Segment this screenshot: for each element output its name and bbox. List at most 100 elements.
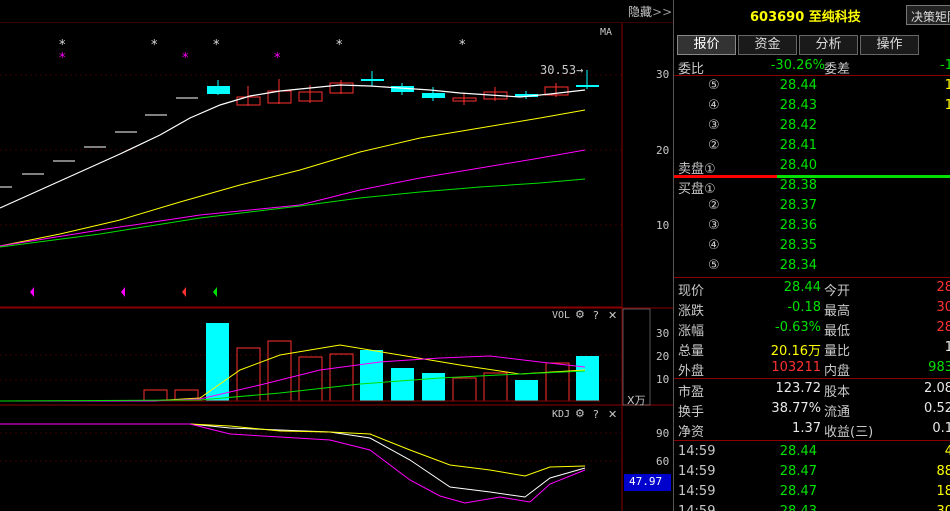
fin-value: 0.52 xyxy=(924,401,950,416)
star-marker: * xyxy=(182,51,189,66)
stat-value: 983 xyxy=(928,360,950,375)
order-volume: 1 xyxy=(944,98,950,113)
vol-axis-tick: 20 xyxy=(656,350,670,363)
order-price: 28.38 xyxy=(779,178,817,193)
stat-label: 现价 xyxy=(678,284,705,299)
kdj-current-value: 47.97 xyxy=(624,474,671,491)
tick-row: 14:59 28.47 88 xyxy=(674,462,950,482)
fin-row: 净资 1.37 收益(三) 0.1 xyxy=(674,419,950,440)
ma10-line xyxy=(0,109,586,247)
vol-axis-tick: 10 xyxy=(656,373,670,386)
tick-price: 28.44 xyxy=(779,444,817,459)
quote-panel: 603690 至纯科技 决策矩阵 报价 资金 分析 操作 委比 -30.26% … xyxy=(673,0,950,511)
stat-row: 现价 28.44 今开 28 xyxy=(674,278,950,299)
tick-volume: 30 xyxy=(936,504,950,511)
stat-label: 总量 xyxy=(678,344,705,359)
tab-funds[interactable]: 资金 xyxy=(738,35,797,55)
kdj-d-line xyxy=(0,423,586,477)
order-volume: 1 xyxy=(944,78,950,93)
order-level: ⑤ xyxy=(708,258,720,273)
help-icon[interactable]: ? xyxy=(593,408,599,421)
kdj-axis-tick: 60 xyxy=(656,455,670,468)
stat-label: 今开 xyxy=(824,284,851,299)
star-marker: * xyxy=(151,38,158,53)
price-axis-tick: 10 xyxy=(656,219,670,232)
stat-label: 内盘 xyxy=(824,364,851,379)
tick-price: 28.47 xyxy=(779,464,817,479)
order-level: ④ xyxy=(708,238,720,253)
stock-code-name: 603690 至纯科技 xyxy=(750,10,861,25)
star-marker: * xyxy=(59,51,66,66)
decision-matrix-button[interactable]: 决策矩阵 xyxy=(906,5,950,25)
close-icon[interactable]: ✕ xyxy=(608,309,617,322)
stat-value: 30 xyxy=(936,300,950,315)
fin-value: 0.1 xyxy=(932,421,950,436)
stat-value: 28.44 xyxy=(783,280,821,295)
order-row: ③ 28.42 xyxy=(674,116,950,136)
order-price: 28.35 xyxy=(779,238,817,253)
order-level: ④ xyxy=(708,98,720,113)
tick-time: 14:59 xyxy=(678,464,716,479)
quote-header: 603690 至纯科技 决策矩阵 xyxy=(674,0,950,28)
order-price: 28.37 xyxy=(779,198,817,213)
stat-value: 28 xyxy=(936,280,950,295)
tick-time: 14:59 xyxy=(678,444,716,459)
vol-unit-label: X万 xyxy=(627,394,646,407)
stat-value: 1 xyxy=(944,340,950,355)
tick-row: 14:59 28.47 18 xyxy=(674,482,950,502)
gear-icon[interactable]: ⚙ xyxy=(575,308,585,321)
stat-label: 涨幅 xyxy=(678,324,705,339)
fin-label: 股本 xyxy=(824,385,851,400)
fin-label: 净资 xyxy=(678,425,705,440)
buy-sell-arrow-markers xyxy=(30,287,217,297)
stat-row: 涨跌 -0.18 最高 30 xyxy=(674,298,950,319)
order-row: ② 28.41 xyxy=(674,136,950,156)
order-row: 卖盘① 28.40 xyxy=(674,156,950,177)
tab-analysis[interactable]: 分析 xyxy=(799,35,858,55)
order-row: ⑤ 28.34 xyxy=(674,256,950,276)
weibi-row: 委比 -30.26% 委差 -1 xyxy=(674,56,950,77)
star-marker: * xyxy=(213,38,220,53)
price-axis-tick: 20 xyxy=(656,144,670,157)
fin-label: 收益(三) xyxy=(824,425,874,440)
fin-row: 市盈 123.72 股本 2.08 xyxy=(674,379,950,400)
tick-row: 14:59 28.44 4 xyxy=(674,442,950,462)
order-row: ④ 28.43 1 xyxy=(674,96,950,116)
vol-ma10-line xyxy=(0,355,586,402)
kdj-panel-title: KDJ xyxy=(552,409,571,420)
stat-label: 最低 xyxy=(824,324,851,339)
tab-operation[interactable]: 操作 xyxy=(860,35,919,55)
stat-label: 最高 xyxy=(824,304,851,319)
order-price: 28.42 xyxy=(779,118,817,133)
tick-volume: 88 xyxy=(936,464,950,479)
vol-ma20-line xyxy=(0,370,586,402)
tick-price: 28.43 xyxy=(780,504,817,511)
weicha-value: -1 xyxy=(940,58,950,73)
kdj-j-line xyxy=(0,423,586,504)
vol-panel-title: VOL xyxy=(552,310,571,321)
order-price: 28.41 xyxy=(779,138,817,153)
star-marker: * xyxy=(274,51,281,66)
order-price: 28.44 xyxy=(779,78,817,93)
fin-value: 2.08 xyxy=(924,381,950,396)
help-icon[interactable]: ? xyxy=(593,309,599,322)
fin-label: 流通 xyxy=(824,405,851,420)
stat-row: 外盘 103211 内盘 983 xyxy=(674,358,950,379)
close-icon[interactable]: ✕ xyxy=(608,408,617,421)
order-level: ② xyxy=(708,138,720,153)
price-callout: 30.53→ xyxy=(540,63,584,77)
order-row: ⑤ 28.44 1 xyxy=(674,76,950,96)
tick-price: 28.47 xyxy=(779,484,817,499)
kline-chart-area[interactable]: 隐藏>> * * * * * * * * MA 30.53→ 30 20 10 … xyxy=(0,0,673,511)
ma20-line xyxy=(0,149,586,247)
tab-quote[interactable]: 报价 xyxy=(677,35,736,55)
price-axis-tick: 30 xyxy=(656,68,670,81)
order-level: 买盘① xyxy=(678,182,716,197)
vol-axis-tick: 30 xyxy=(656,327,670,340)
order-level: ② xyxy=(708,198,720,213)
gear-icon[interactable]: ⚙ xyxy=(575,407,585,420)
stat-value: -0.63% xyxy=(775,320,821,335)
order-row: 买盘① 28.38 xyxy=(674,176,950,197)
tick-row: 14:59 28.43 30 xyxy=(674,502,950,511)
order-price: 28.36 xyxy=(779,218,817,233)
